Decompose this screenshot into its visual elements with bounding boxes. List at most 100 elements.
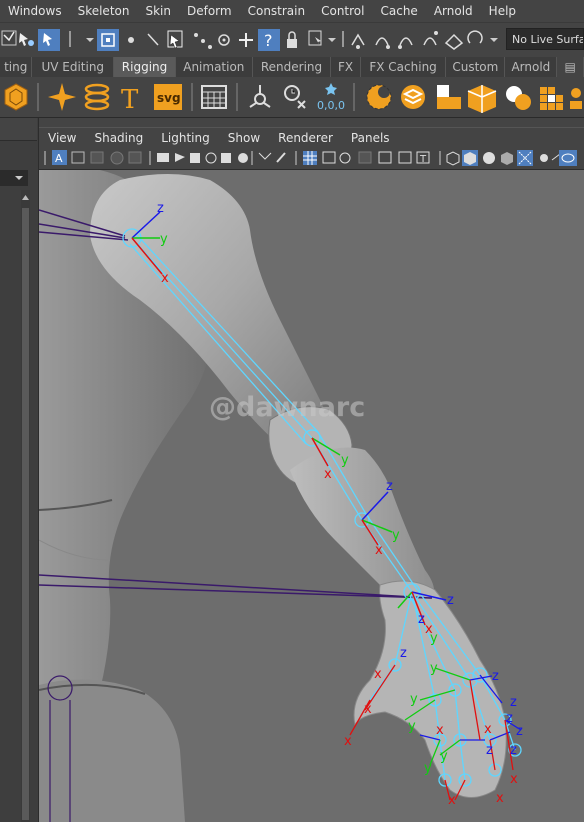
- camera-attributes-icon[interactable]: [71, 151, 85, 164]
- menu-constrain[interactable]: Constrain: [240, 4, 314, 18]
- scroll-thumb[interactable]: [22, 208, 29, 820]
- light-icon[interactable]: [540, 154, 548, 162]
- vp-menu-panels[interactable]: Panels: [342, 131, 399, 145]
- scroll-up-icon[interactable]: [22, 195, 29, 200]
- snap-toggle-icon[interactable]: [97, 29, 119, 51]
- shaded-cube-icon[interactable]: [462, 150, 478, 166]
- dropdown-arrow-icon[interactable]: [490, 38, 498, 42]
- menu-control[interactable]: Control: [313, 4, 372, 18]
- viewport-3d[interactable]: z y x y x z y x z z y x z z z z z z z y …: [39, 170, 584, 822]
- select-tool-icon[interactable]: [308, 30, 322, 46]
- dropdown-arrow-icon[interactable]: [328, 38, 336, 42]
- ssao-icon[interactable]: [559, 150, 577, 166]
- ambient-occlusion-icon[interactable]: [483, 152, 495, 164]
- tab-texturing[interactable]: ting: [0, 57, 33, 77]
- grid-icon[interactable]: [201, 85, 227, 109]
- magnet-live-icon[interactable]: [423, 31, 438, 46]
- menu-cache[interactable]: Cache: [373, 4, 426, 18]
- blocks-icon[interactable]: [437, 85, 461, 109]
- magnet-plane-icon[interactable]: [444, 33, 464, 50]
- tab-rigging[interactable]: Rigging: [114, 57, 176, 77]
- select-by-component-icon[interactable]: [38, 29, 60, 51]
- vp-menu-view[interactable]: View: [39, 131, 85, 145]
- layers-icon[interactable]: [401, 85, 425, 109]
- svg-tool-icon[interactable]: svg: [154, 84, 182, 110]
- point-mask-icon[interactable]: [128, 37, 134, 43]
- field-chart-icon[interactable]: [221, 153, 231, 163]
- cursor-mask-icon[interactable]: [167, 30, 183, 49]
- reset-000-icon[interactable]: 0,0,0: [317, 83, 345, 112]
- isolate-icon[interactable]: [276, 152, 286, 163]
- hud-text-icon[interactable]: T: [416, 151, 430, 165]
- shelf-menu-icon[interactable]: ▤: [557, 57, 584, 77]
- tab-fx-caching[interactable]: FX Caching: [361, 57, 447, 77]
- menu-help[interactable]: Help: [481, 4, 524, 18]
- tab-rendering[interactable]: Rendering: [253, 57, 332, 77]
- live-surface-field[interactable]: No Live Surface: [506, 28, 584, 50]
- motion-blur-icon[interactable]: [501, 152, 513, 165]
- snap-curve-icon[interactable]: [194, 33, 212, 49]
- helix-icon[interactable]: [84, 83, 110, 111]
- left-side-panel: [0, 118, 39, 822]
- 2d-pan-zoom-icon[interactable]: [128, 151, 142, 164]
- text-tool-icon[interactable]: T: [121, 85, 139, 115]
- vp-menu-show[interactable]: Show: [219, 131, 269, 145]
- select-camera-icon[interactable]: A: [52, 150, 67, 165]
- vp-menu-lighting[interactable]: Lighting: [152, 131, 219, 145]
- snap-grid-icon[interactable]: [239, 33, 253, 47]
- menu-arnold[interactable]: Arnold: [426, 4, 481, 18]
- clock-delete-icon[interactable]: [284, 85, 306, 109]
- axis-label-y: y: [440, 749, 448, 764]
- smooth-shade-icon[interactable]: [322, 151, 336, 164]
- menu-deform[interactable]: Deform: [179, 4, 240, 18]
- grease-pencil-icon[interactable]: [157, 153, 169, 162]
- select-by-object-icon[interactable]: [19, 33, 34, 46]
- panel-dropdown[interactable]: [0, 170, 28, 186]
- tab-animation[interactable]: Animation: [176, 57, 253, 77]
- shadows-icon[interactable]: [398, 151, 412, 164]
- vp-menu-renderer[interactable]: Renderer: [269, 131, 342, 145]
- magnet-curve-icon[interactable]: [351, 33, 365, 49]
- tab-custom[interactable]: Custom: [446, 57, 506, 77]
- image-plane-icon[interactable]: [110, 151, 124, 165]
- lock-icon[interactable]: [287, 31, 297, 48]
- gate-mask-icon[interactable]: [205, 152, 217, 164]
- line-mask-icon[interactable]: [147, 33, 159, 46]
- multisample-icon[interactable]: [517, 150, 533, 166]
- combine-icon[interactable]: [506, 86, 531, 110]
- locator-icon[interactable]: [249, 85, 271, 108]
- bookmarks-icon[interactable]: [90, 151, 104, 164]
- menu-skeleton[interactable]: Skeleton: [70, 4, 138, 18]
- axis-label-z: z: [510, 743, 517, 758]
- camera-film-gate-icon[interactable]: [175, 153, 185, 162]
- tab-fx[interactable]: FX: [331, 57, 361, 77]
- default-material-icon[interactable]: [339, 152, 351, 164]
- sphere-cut-icon[interactable]: [366, 84, 392, 110]
- snap-point-icon[interactable]: [218, 34, 230, 46]
- star-burst-icon[interactable]: [48, 83, 76, 111]
- cube-split-icon[interactable]: [467, 85, 497, 113]
- xray-icon[interactable]: [258, 152, 272, 160]
- polyhedron-icon[interactable]: [4, 83, 28, 111]
- panel-scrollbar[interactable]: [21, 190, 30, 822]
- magnet-view-icon[interactable]: [398, 37, 413, 49]
- textured-icon[interactable]: [358, 151, 372, 164]
- tab-uv-editing[interactable]: UV Editing: [32, 57, 115, 77]
- tool-icon[interactable]: [570, 88, 582, 109]
- magnet-rotate-icon[interactable]: [467, 30, 483, 44]
- use-all-lights-icon[interactable]: [378, 151, 392, 164]
- viewport-menu-bar: View Shading Lighting Show Renderer Pane…: [39, 127, 584, 148]
- grid-mesh-icon[interactable]: [540, 87, 563, 110]
- safe-action-icon[interactable]: [238, 153, 248, 163]
- resolution-gate-icon[interactable]: [190, 153, 200, 163]
- vp-menu-shading[interactable]: Shading: [85, 131, 152, 145]
- menu-skin[interactable]: Skin: [137, 4, 179, 18]
- menu-windows[interactable]: Windows: [0, 4, 70, 18]
- magnet-surface-icon[interactable]: [375, 37, 390, 49]
- help-icon[interactable]: ?: [258, 29, 280, 51]
- tab-arnold[interactable]: Arnold: [505, 57, 558, 77]
- wireframe-grid-icon[interactable]: [303, 151, 317, 165]
- select-by-hierarchy-icon[interactable]: [1, 30, 17, 46]
- wireframe-on-shaded-icon[interactable]: [446, 151, 460, 166]
- dropdown-arrow-icon[interactable]: [86, 38, 94, 42]
